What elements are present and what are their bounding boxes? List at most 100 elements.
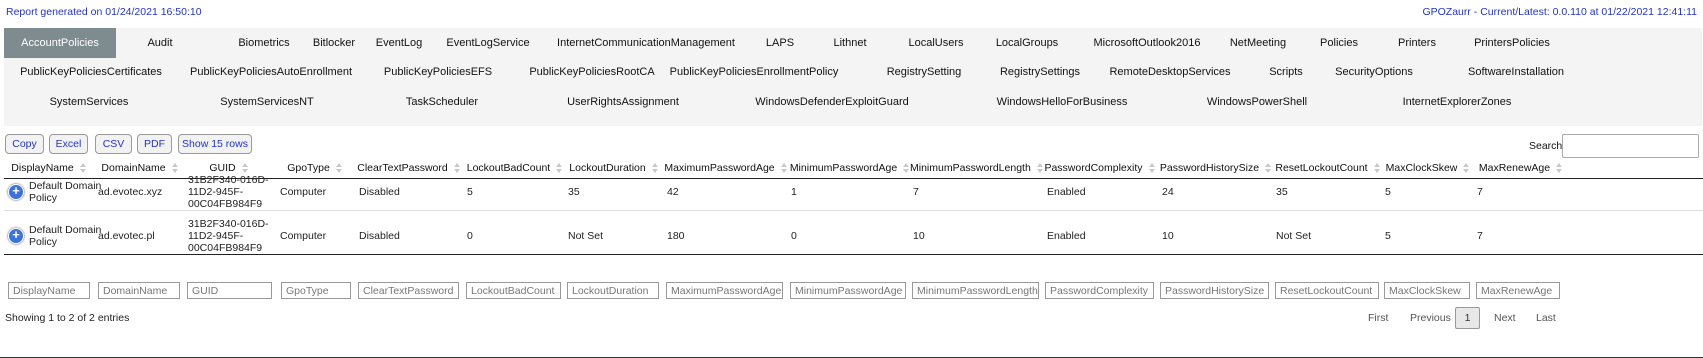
tab-systemservicesnt[interactable]: SystemServicesNT [194,87,340,117]
tab-localgroups[interactable]: LocalGroups [982,28,1072,58]
pager-last[interactable]: Last [1536,312,1556,324]
cell-minimumpasswordage: 0 [791,230,797,242]
cell-maxclockskew: 5 [1385,230,1391,242]
filter-input-minimumpasswordage[interactable] [790,282,906,299]
cell-minimumpasswordlength: 7 [913,186,919,198]
tab-bar: AccountPolicies Audit Biometrics Bitlocker E… [4,28,1702,126]
tab-remotedesktopservices[interactable]: RemoteDesktopServices [1100,57,1240,87]
cell-lockoutduration: Not Set [568,230,604,242]
tab-printerspolicies[interactable]: PrintersPolicies [1456,28,1568,58]
cell-passwordhistorysize: 10 [1162,230,1174,242]
tab-printers[interactable]: Printers [1378,28,1456,58]
cell-displayname: Default Domain Policy [29,224,102,248]
filter-input-passwordhistorysize[interactable] [1160,282,1269,299]
cell-maxrenewage: 7 [1477,186,1483,198]
cell-lockoutbadcount: 5 [467,186,473,198]
pager-next[interactable]: Next [1494,312,1516,324]
tab-userrightsassignment[interactable]: UserRightsAssignment [544,87,702,117]
tab-publickeypoliciescertificates[interactable]: PublicKeyPoliciesCertificates [4,57,178,87]
cell-maxrenewage: 7 [1477,230,1483,242]
tab-taskscheduler[interactable]: TaskScheduler [376,87,508,117]
copy-button[interactable]: Copy [5,134,44,154]
tab-publickeypoliciesrootca[interactable]: PublicKeyPoliciesRootCA [514,57,670,87]
filter-input-gpotype[interactable] [281,282,351,299]
tab-eventlog[interactable]: EventLog [356,28,442,58]
tab-laps[interactable]: LAPS [750,28,810,58]
tab-accountpolicies[interactable]: AccountPolicies [4,28,116,58]
cell-passwordcomplexity: Enabled [1047,186,1086,198]
pager-current-page[interactable]: 1 [1455,307,1480,329]
table-row[interactable]: + Default Domain Policy ad.evotec.pl 31B2F3… [0,212,1699,254]
tab-registrysetting[interactable]: RegistrySetting [860,57,988,87]
cell-displayname: Default Domain Policy [29,180,102,204]
cell-minimumpasswordage: 1 [791,186,797,198]
filter-input-cleartextpassword[interactable] [358,282,459,299]
cell-domainname: ad.evotec.pl [98,230,155,242]
filter-input-maxclockskew[interactable] [1384,282,1470,299]
tab-publickeypoliciesenrollmentpolicy[interactable]: PublicKeyPoliciesEnrollmentPolicy [668,57,840,87]
tab-internetexplorerzones[interactable]: InternetExplorerZones [1364,87,1550,117]
expand-row-icon[interactable]: + [8,184,24,200]
filter-input-maxrenewage[interactable] [1476,282,1560,299]
cell-gpotype: Computer [280,186,327,198]
cell-maximumpasswordage: 180 [667,230,685,242]
tab-softwareinstallation[interactable]: SoftwareInstallation [1434,57,1598,87]
tab-securityoptions[interactable]: SecurityOptions [1322,57,1426,87]
cell-guid: 31B2F340-016D- 11D2-945F- 00C04FB984F9 [188,218,269,254]
filter-input-resetlockoutcount[interactable] [1275,282,1379,299]
tab-audit[interactable]: Audit [116,28,204,58]
tab-internetcommunicationmanagement[interactable]: InternetCommunicationManagement [552,28,740,58]
report-generated-text: Report generated on 01/24/2021 16:50:10 [6,6,202,18]
cell-maximumpasswordage: 42 [667,186,679,198]
table-row[interactable]: + Default Domain Policy ad.evotec.xyz 31B2F… [0,168,1699,210]
pager-previous[interactable]: Previous [1410,312,1451,324]
top-bar: Report generated on 01/24/2021 16:50:10 … [0,0,1703,24]
pager-first[interactable]: First [1368,312,1388,324]
table-info: Showing 1 to 2 of 2 entries [5,312,130,324]
version-text: GPOZaurr - Current/Latest: 0.0.110 at 01… [1422,6,1697,18]
tab-publickeypoliciesefs[interactable]: PublicKeyPoliciesEFS [366,57,510,87]
tab-windowsdefenderexploitguard[interactable]: WindowsDefenderExploitGuard [726,87,938,117]
tab-localusers[interactable]: LocalUsers [888,28,984,58]
cell-domainname: ad.evotec.xyz [98,186,163,198]
tab-registrysettings[interactable]: RegistrySettings [974,57,1106,87]
tab-windowshelloforbusiness[interactable]: WindowsHelloForBusiness [956,87,1168,117]
tab-lithnet[interactable]: Lithnet [812,28,888,58]
tab-policies[interactable]: Policies [1300,28,1378,58]
tab-microsoftoutlook2016[interactable]: MicrosoftOutlook2016 [1080,28,1214,58]
cell-guid: 31B2F340-016D- 11D2-945F- 00C04FB984F9 [188,174,269,210]
tab-systemservices[interactable]: SystemServices [4,87,174,117]
filter-input-guid[interactable] [187,282,272,299]
cell-lockoutduration: 35 [568,186,580,198]
csv-button[interactable]: CSV [95,134,132,154]
filter-input-lockoutbadcount[interactable] [466,282,561,299]
tab-windowspowershell[interactable]: WindowsPowerShell [1176,87,1338,117]
tab-publickeypoliciesautoenrollment[interactable]: PublicKeyPoliciesAutoEnrollment [182,57,360,87]
pdf-button[interactable]: PDF [137,134,172,154]
cell-passwordhistorysize: 24 [1162,186,1174,198]
filter-input-passwordcomplexity[interactable] [1045,282,1154,299]
tab-row-3: SystemServices SystemServicesNT TaskSchedu… [4,87,1702,117]
body-divider [4,254,1703,255]
cell-minimumpasswordlength: 10 [913,230,925,242]
row-divider [4,210,1703,211]
tab-eventlogservice[interactable]: EventLogService [436,28,540,58]
cell-gpotype: Computer [280,230,327,242]
cell-cleartextpassword: Disabled [359,186,400,198]
search-input[interactable] [1562,134,1699,158]
show-15-rows-button[interactable]: Show 15 rows [178,134,252,154]
cell-resetlockoutcount: Not Set [1276,230,1312,242]
filter-input-displayname[interactable] [8,282,90,299]
expand-row-icon[interactable]: + [8,228,24,244]
tab-scripts[interactable]: Scripts [1244,57,1328,87]
filter-input-maximumpasswordage[interactable] [666,282,783,299]
excel-button[interactable]: Excel [49,134,88,154]
cell-cleartextpassword: Disabled [359,230,400,242]
cell-resetlockoutcount: 35 [1276,186,1288,198]
filter-input-domainname[interactable] [98,282,180,299]
cell-passwordcomplexity: Enabled [1047,230,1086,242]
filter-input-lockoutduration[interactable] [567,282,659,299]
tab-row-1: AccountPolicies Audit Biometrics Bitlocker E… [4,28,1702,58]
filter-input-minimumpasswordlength[interactable] [912,282,1039,299]
tab-netmeeting[interactable]: NetMeeting [1216,28,1300,58]
